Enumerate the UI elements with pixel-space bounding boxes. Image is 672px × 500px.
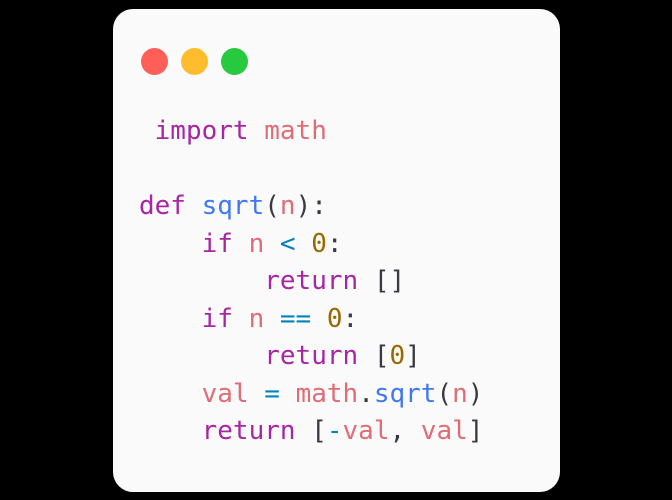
- code-token-operator: <: [279, 228, 296, 259]
- code-line: return [-val, val]: [139, 413, 550, 451]
- code-token-number: 0: [326, 303, 343, 334]
- code-token-keyword: def: [139, 191, 186, 221]
- code-token-name: val: [420, 416, 468, 446]
- code-token-punct: (: [264, 191, 280, 221]
- code-block[interactable]: import math def sqrt(n): if n < 0: retur…: [139, 113, 550, 451]
- code-window: import math def sqrt(n): if n < 0: retur…: [113, 9, 560, 492]
- code-token-punct: (: [436, 378, 453, 409]
- code-token-number: 0: [389, 341, 406, 371]
- code-token-punct: ]: [405, 341, 421, 371]
- code-token-punct: ): [467, 378, 484, 409]
- code-token-punct: [: [373, 266, 390, 296]
- window-titlebar: [113, 9, 560, 95]
- code-line: return []: [139, 263, 550, 301]
- code-line: return [0]: [139, 338, 550, 376]
- close-button-icon[interactable]: [141, 48, 168, 75]
- code-token-name: n: [248, 228, 265, 259]
- code-line: if n < 0:: [139, 226, 550, 264]
- code-line: import math: [139, 113, 550, 151]
- zoom-button-icon[interactable]: [221, 48, 248, 75]
- code-token-punct: ,: [389, 416, 406, 446]
- code-token-keyword: return: [264, 266, 359, 296]
- code-token-keyword: if: [201, 228, 233, 259]
- code-token-name: math: [264, 116, 327, 146]
- code-token-punct: .: [358, 378, 374, 409]
- code-token-punct: :: [326, 228, 343, 259]
- code-token-operator: -: [326, 416, 343, 446]
- code-token-punct: [: [311, 416, 327, 446]
- screen: import math def sqrt(n): if n < 0: retur…: [0, 0, 672, 500]
- code-token-name: math: [295, 378, 359, 409]
- code-token-punct: ]: [389, 266, 406, 296]
- code-token-keyword: import: [154, 116, 249, 146]
- code-token-name: n: [248, 303, 265, 334]
- code-line: val = math.sqrt(n): [139, 376, 550, 414]
- minimize-button-icon[interactable]: [181, 48, 208, 75]
- code-line: if n == 0:: [139, 301, 550, 339]
- code-token-function: sqrt: [373, 378, 437, 409]
- code-token-name: val: [342, 416, 390, 446]
- code-token-keyword: return: [201, 416, 296, 446]
- code-line: def sqrt(n):: [139, 188, 550, 226]
- code-token-name: val: [201, 378, 249, 409]
- code-token-punct: ]: [467, 416, 484, 446]
- code-token-name: n: [452, 378, 468, 409]
- code-token-punct: ): [295, 191, 312, 221]
- code-token-operator: ==: [279, 303, 312, 334]
- code-token-punct: :: [342, 303, 359, 334]
- code-token-keyword: return: [264, 341, 359, 371]
- code-token-name: n: [279, 191, 296, 221]
- code-token-keyword: if: [201, 303, 233, 334]
- code-token-punct: :: [311, 191, 327, 221]
- code-token-operator: =: [264, 378, 280, 409]
- code-token-function: sqrt: [201, 191, 265, 221]
- code-token-number: 0: [311, 228, 327, 259]
- code-token-punct: [: [373, 341, 390, 371]
